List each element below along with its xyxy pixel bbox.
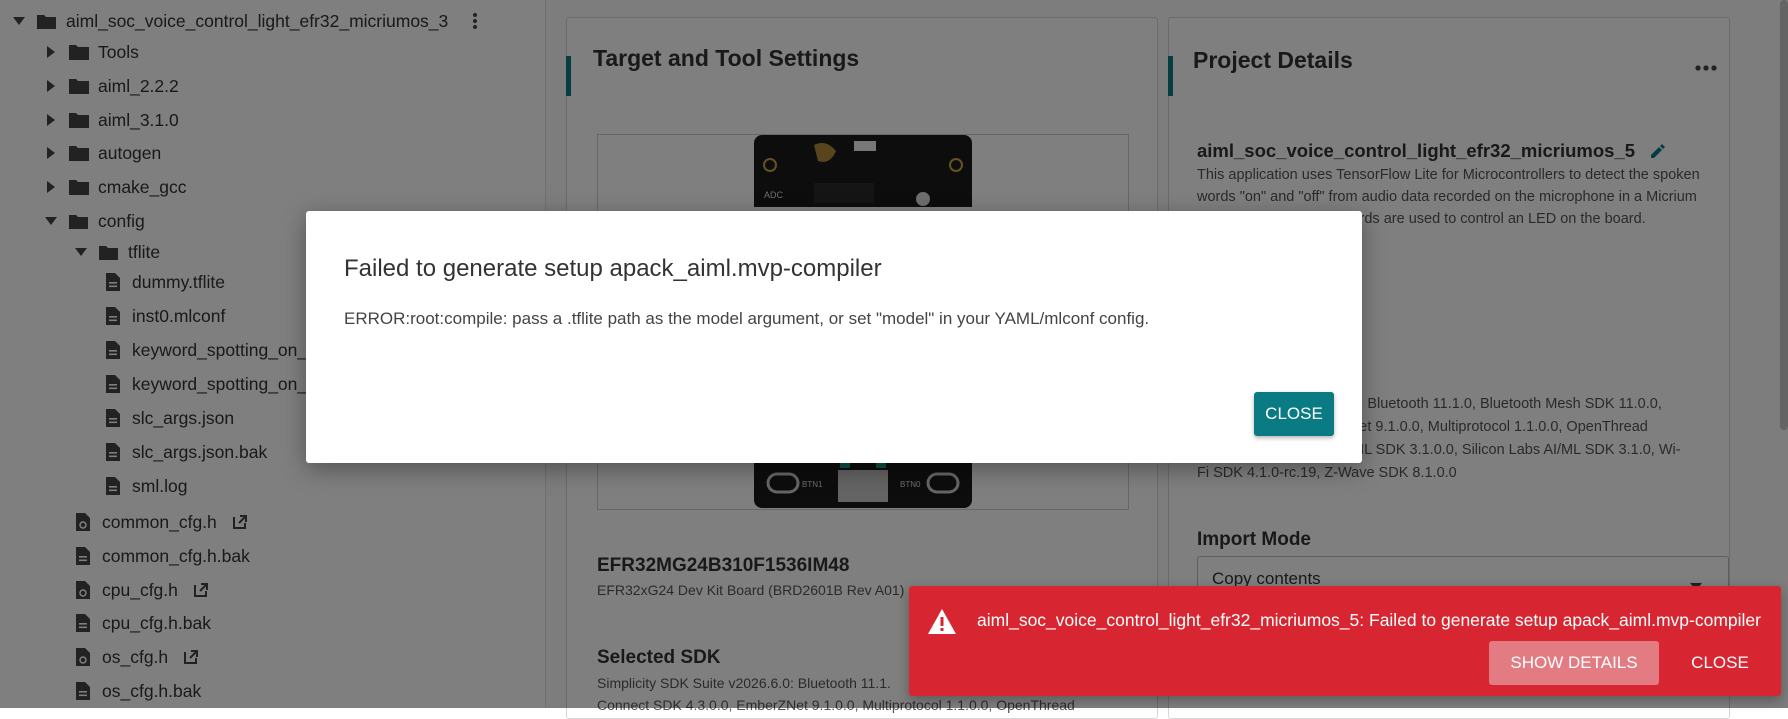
warning-icon <box>927 608 957 640</box>
error-toast: aiml_soc_voice_control_light_efr32_micri… <box>909 586 1781 696</box>
dialog-title: Failed to generate setup apack_aiml.mvp-… <box>344 255 882 282</box>
toast-close-button[interactable]: CLOSE <box>1675 641 1765 685</box>
toast-message: aiml_soc_voice_control_light_efr32_micri… <box>977 610 1761 630</box>
dialog-close-button[interactable]: CLOSE <box>1254 392 1334 436</box>
show-details-button[interactable]: SHOW DETAILS <box>1489 641 1659 685</box>
dialog-message: ERROR:root:compile: pass a .tflite path … <box>344 309 1150 328</box>
error-dialog: Failed to generate setup apack_aiml.mvp-… <box>306 211 1362 463</box>
